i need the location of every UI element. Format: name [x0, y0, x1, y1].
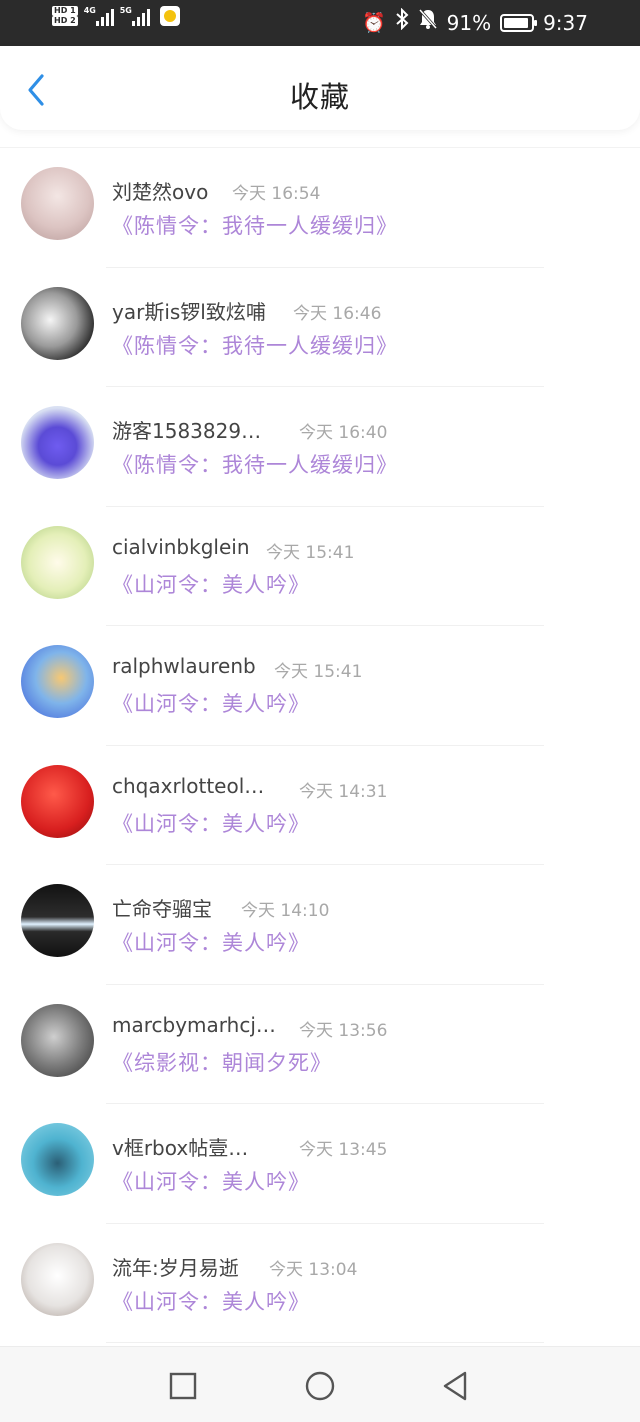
user-name[interactable]: ralphwlaurenb — [112, 654, 256, 678]
system-nav-bar — [0, 1346, 640, 1422]
user-name[interactable]: 亡命夺骝宝 — [112, 893, 212, 922]
avatar[interactable] — [21, 764, 94, 838]
avatar[interactable] — [21, 1242, 94, 1316]
favorites-list: 刘楚然ovo 今天 16:54 《陈情令：我待一人缓缓归》 yar斯is锣l致炫… — [0, 147, 640, 1343]
hd-indicators: HD 1 HD 2 — [52, 6, 78, 26]
avatar[interactable] — [21, 167, 94, 240]
hd1-badge: HD 1 — [52, 6, 78, 16]
work-title-link[interactable]: 《综影视：朝闻夕死》 — [112, 1047, 332, 1077]
timestamp: 今天 13:04 — [269, 1259, 358, 1280]
list-item[interactable]: yar斯is锣l致炫哺 今天 16:46 《陈情令：我待一人缓缓归》 — [0, 268, 640, 387]
work-title-link[interactable]: 《山河令：美人吟》 — [112, 569, 310, 599]
signal-4g-icon: 4G — [84, 6, 114, 26]
list-item[interactable]: 游客1583829… 今天 16:40 《陈情令：我待一人缓缓归》 — [0, 387, 640, 507]
user-name[interactable]: cialvinbkglein — [112, 535, 250, 559]
work-title-link[interactable]: 《山河令：美人吟》 — [112, 927, 310, 957]
home-circle-icon[interactable] — [303, 1369, 337, 1403]
bluetooth-icon — [395, 7, 409, 38]
work-title-link[interactable]: 《山河令：美人吟》 — [112, 1166, 310, 1196]
user-name[interactable]: chqaxrlotteol… — [112, 774, 264, 798]
timestamp: 今天 15:41 — [274, 662, 363, 682]
battery-icon — [500, 14, 538, 32]
avatar[interactable] — [21, 525, 94, 599]
timestamp: 今天 16:46 — [293, 303, 382, 324]
avatar[interactable] — [21, 884, 94, 957]
work-title-link[interactable]: 《陈情令：我待一人缓缓归》 — [112, 330, 398, 360]
app-notification-icon — [159, 6, 180, 26]
timestamp: 今天 16:54 — [232, 184, 321, 204]
avatar[interactable] — [21, 286, 94, 360]
clock: 9:37 — [543, 11, 588, 35]
list-item[interactable]: 流年:岁月易逝 今天 13:04 《山河令：美人吟》 — [0, 1224, 640, 1343]
list-item[interactable]: chqaxrlotteol… 今天 14:31 《山河令：美人吟》 — [0, 746, 640, 865]
timestamp: 今天 14:31 — [299, 781, 388, 802]
timestamp: 今天 15:41 — [266, 542, 355, 563]
recent-apps-square-icon[interactable] — [166, 1369, 200, 1403]
user-name[interactable]: 游客1583829… — [112, 415, 261, 444]
list-item[interactable]: 刘楚然ovo 今天 16:54 《陈情令：我待一人缓缓归》 — [0, 148, 640, 268]
timestamp: 今天 14:10 — [241, 901, 330, 921]
back-triangle-icon[interactable] — [438, 1369, 472, 1403]
work-title-link[interactable]: 《山河令：美人吟》 — [112, 688, 310, 718]
work-title-link[interactable]: 《山河令：美人吟》 — [112, 1286, 310, 1316]
user-name[interactable]: 刘楚然ovo — [112, 176, 208, 205]
avatar[interactable] — [21, 1003, 94, 1077]
list-item[interactable]: 亡命夺骝宝 今天 14:10 《山河令：美人吟》 — [0, 865, 640, 985]
net2-label: 5G — [119, 6, 132, 15]
status-left: HD 1 HD 2 4G 5G — [52, 6, 180, 26]
battery-fill — [504, 18, 528, 28]
work-title-link[interactable]: 《陈情令：我待一人缓缓归》 — [112, 210, 398, 240]
list-item[interactable]: ralphwlaurenb 今天 15:41 《山河令：美人吟》 — [0, 626, 640, 746]
user-name[interactable]: v框rbox帖壹… — [112, 1132, 248, 1161]
list-item[interactable]: cialvinbkglein 今天 15:41 《山河令：美人吟》 — [0, 507, 640, 626]
list-item[interactable]: v框rbox帖壹… 今天 13:45 《山河令：美人吟》 — [0, 1104, 640, 1224]
avatar[interactable] — [21, 1123, 94, 1196]
avatar[interactable] — [21, 645, 94, 718]
alarm-icon: ⏰ — [361, 12, 386, 34]
divider — [106, 1342, 544, 1343]
list-item[interactable]: marcbymarhcj… 今天 13:56 《综影视：朝闻夕死》 — [0, 985, 640, 1104]
mute-bell-icon — [418, 8, 438, 38]
user-name[interactable]: 流年:岁月易逝 — [112, 1252, 239, 1281]
timestamp: 今天 13:56 — [299, 1020, 388, 1041]
page-title: 收藏 — [289, 80, 350, 114]
status-bar: HD 1 HD 2 4G 5G ⏰ 91% 9:37 — [0, 0, 640, 46]
status-right: ⏰ 91% 9:37 — [361, 7, 588, 38]
timestamp: 今天 13:45 — [299, 1140, 388, 1160]
user-name[interactable]: yar斯is锣l致炫哺 — [112, 296, 266, 325]
timestamp: 今天 16:40 — [299, 423, 388, 443]
net1-label: 4G — [83, 6, 96, 15]
user-name[interactable]: marcbymarhcj… — [112, 1013, 276, 1037]
avatar[interactable] — [21, 406, 94, 479]
hd2-badge: HD 2 — [52, 16, 78, 26]
signal-5g-icon: 5G — [120, 6, 150, 26]
header: 收藏 — [0, 46, 640, 130]
work-title-link[interactable]: 《陈情令：我待一人缓缓归》 — [112, 449, 398, 479]
battery-percent: 91% — [446, 11, 492, 35]
work-title-link[interactable]: 《山河令：美人吟》 — [112, 808, 310, 838]
